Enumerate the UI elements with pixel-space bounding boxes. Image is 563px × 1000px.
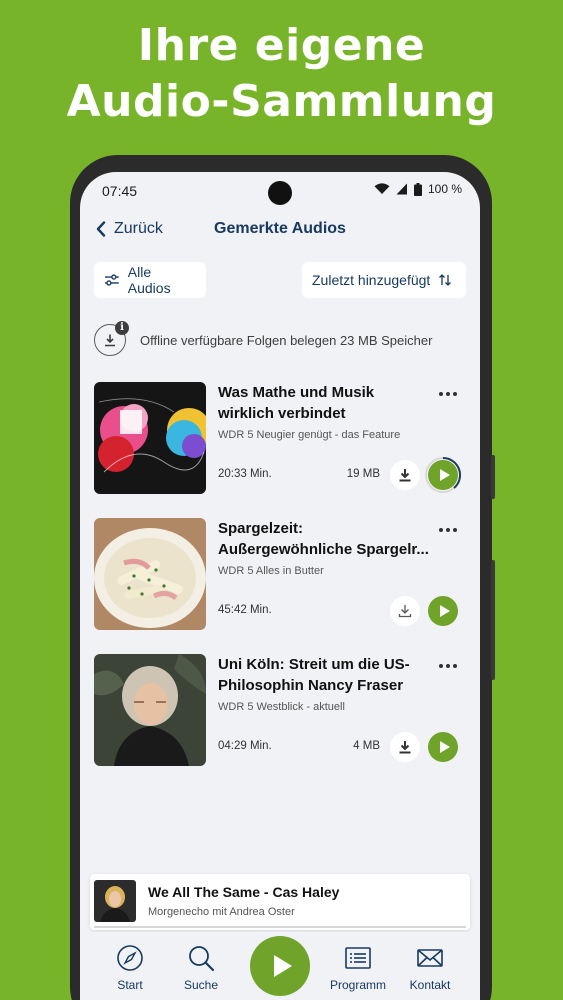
episode-artwork-asparagus xyxy=(94,518,206,630)
mini-player[interactable]: We All The Same - Cas Haley Morgenecho m… xyxy=(90,874,470,930)
sort-button[interactable]: Zuletzt hinzugefügt xyxy=(302,262,466,298)
more-options-button[interactable] xyxy=(436,520,460,540)
status-icons: 100 % xyxy=(374,182,462,196)
headline-line-1: Ihre eigene xyxy=(137,20,426,71)
tab-programm[interactable]: Programm xyxy=(326,944,390,992)
info-badge-icon: i xyxy=(115,321,129,335)
episode-title-line-2: Außergewöhnliche Spargelr... xyxy=(218,541,429,558)
offline-download-icon: i xyxy=(94,321,129,356)
signal-icon xyxy=(396,183,407,195)
download-button[interactable] xyxy=(390,596,420,626)
episode-artwork-portrait xyxy=(94,654,206,766)
episode-duration: 45:42 Min. xyxy=(218,604,272,616)
episode-artwork-math-music xyxy=(94,382,206,494)
episode-title-line-1: Was Mathe und Musik xyxy=(218,384,375,401)
status-bar: 07:45 100 % xyxy=(80,172,480,212)
play-button[interactable] xyxy=(428,460,458,490)
downloaded-button[interactable] xyxy=(390,460,420,490)
filter-all-label: Alle Audios xyxy=(127,264,171,296)
more-options-button[interactable] xyxy=(436,384,460,404)
center-play-button[interactable] xyxy=(250,936,310,996)
audio-list-item[interactable]: Uni Köln: Streit um die US- Philosophin … xyxy=(94,654,466,766)
episode-show-name: WDR 5 Alles in Butter xyxy=(218,565,324,577)
headline: Ihre eigene Audio-Sammlung xyxy=(0,18,563,130)
front-camera xyxy=(268,181,292,205)
tab-start[interactable]: Start xyxy=(98,944,162,992)
episode-title: Uni Köln: Streit um die US- Philosophin … xyxy=(218,654,433,696)
download-done-icon xyxy=(399,741,411,754)
download-icon xyxy=(398,605,412,618)
tab-kontakt[interactable]: Kontakt xyxy=(398,944,462,992)
episode-title-line-2: wirklich verbindet xyxy=(218,405,346,422)
program-list-icon xyxy=(345,947,371,969)
downloaded-button[interactable] xyxy=(390,732,420,762)
bottom-tab-bar: Start Suche Programm Kontakt xyxy=(80,932,480,1000)
battery-icon xyxy=(413,182,422,196)
back-label: Zurück xyxy=(114,220,163,237)
play-icon xyxy=(439,469,450,481)
episode-duration: 20:33 Min. xyxy=(218,468,272,480)
offline-storage-info: i Offline verfügbare Folgen belegen 23 M… xyxy=(94,321,466,358)
headline-line-2: Audio-Sammlung xyxy=(66,76,497,127)
sort-label: Zuletzt hinzugefügt xyxy=(312,272,431,288)
audio-list-item[interactable]: Spargelzeit: Außergewöhnliche Spargelr..… xyxy=(94,518,466,630)
mini-player-progress xyxy=(94,926,466,928)
play-button[interactable] xyxy=(428,732,458,762)
download-done-icon xyxy=(399,469,411,482)
status-time: 07:45 xyxy=(102,183,138,199)
episode-title-line-2: Philosophin Nancy Fraser xyxy=(218,677,404,694)
mail-icon xyxy=(417,949,443,967)
tab-programm-label: Programm xyxy=(329,978,386,992)
filter-bar: Alle Audios Zuletzt hinzugefügt xyxy=(94,262,466,298)
battery-percentage: 100 % xyxy=(427,182,462,196)
tab-start-label: Start xyxy=(117,978,143,992)
mini-player-title: We All The Same - Cas Haley xyxy=(148,884,340,900)
back-button[interactable]: Zurück xyxy=(96,220,163,238)
wifi-icon xyxy=(374,183,390,194)
episode-show-name: WDR 5 Neugier genügt - das Feature xyxy=(218,429,401,441)
filter-all-audios-button[interactable]: Alle Audios xyxy=(94,262,206,298)
phone-power-button xyxy=(491,560,495,680)
episode-show-name: WDR 5 Westblick - aktuell xyxy=(218,701,345,713)
audio-list-item[interactable]: Was Mathe und Musik wirklich verbindet W… xyxy=(94,382,466,494)
mini-player-artwork xyxy=(94,880,136,922)
episode-title: Spargelzeit: Außergewöhnliche Spargelr..… xyxy=(218,518,433,560)
top-navigation: Zurück Gemerkte Audios xyxy=(80,216,480,246)
search-icon xyxy=(189,946,215,972)
tab-kontakt-label: Kontakt xyxy=(409,978,451,992)
more-options-button[interactable] xyxy=(436,656,460,676)
chevron-left-icon xyxy=(96,221,106,237)
compass-icon xyxy=(117,945,143,971)
play-icon xyxy=(439,605,450,617)
episode-title: Was Mathe und Musik wirklich verbindet xyxy=(218,382,433,424)
episode-title-line-1: Uni Köln: Streit um die US- xyxy=(218,656,410,673)
phone-screen: 07:45 100 % Zurück Gemerkte Audios Alle … xyxy=(80,172,480,1000)
filter-sliders-icon xyxy=(104,274,119,286)
tab-suche-label: Suche xyxy=(183,978,219,992)
play-icon xyxy=(439,741,450,753)
sort-arrows-icon xyxy=(439,274,452,286)
mini-player-subtitle: Morgenecho mit Andrea Oster xyxy=(148,906,295,918)
play-button[interactable] xyxy=(428,596,458,626)
phone-volume-button xyxy=(491,455,495,499)
episode-size: 4 MB xyxy=(353,740,380,752)
tab-suche[interactable]: Suche xyxy=(169,944,233,992)
play-icon xyxy=(273,955,292,977)
offline-storage-text: Offline verfügbare Folgen belegen 23 MB … xyxy=(140,332,433,348)
episode-title-line-1: Spargelzeit: xyxy=(218,520,304,537)
episode-duration: 04:29 Min. xyxy=(218,740,272,752)
episode-size: 19 MB xyxy=(346,468,380,480)
